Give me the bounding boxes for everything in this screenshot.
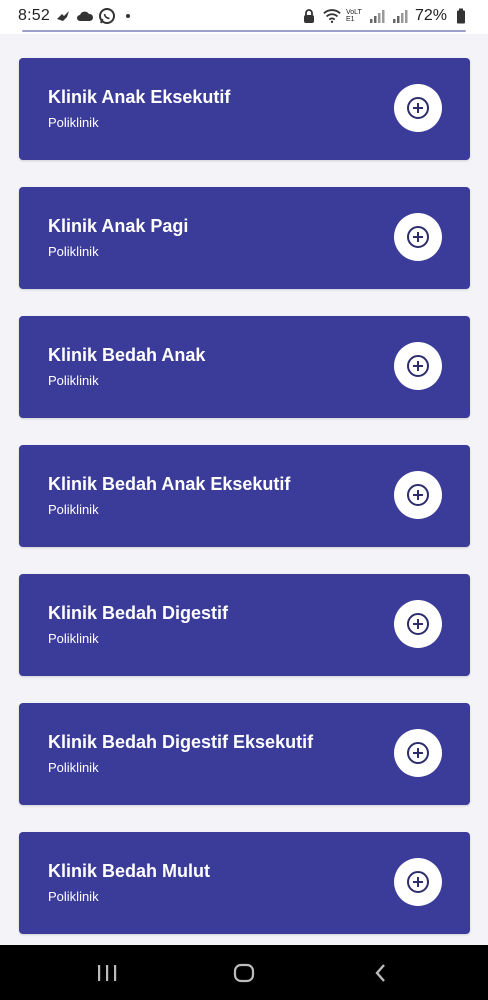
plus-circle-icon [407, 97, 429, 119]
clinic-name: Klinik Bedah Anak Eksekutif [48, 474, 291, 494]
clinic-card[interactable]: Klinik Bedah Anak Eksekutif Poliklinik [19, 445, 470, 547]
bird-notification-icon [54, 7, 72, 25]
plus-circle-icon [407, 226, 429, 248]
clinic-card[interactable]: Klinik Anak Eksekutif Poliklinik [19, 58, 470, 160]
recent-apps-button[interactable] [92, 959, 122, 987]
home-button[interactable] [229, 959, 259, 987]
clinic-card[interactable]: Klinik Bedah Digestif Poliklinik [19, 574, 470, 676]
more-notifications-dot [125, 14, 130, 18]
clinic-name: Klinik Anak Pagi [48, 216, 189, 236]
clinic-name: Klinik Anak Eksekutif [48, 87, 231, 107]
clinic-card[interactable]: Klinik Anak Pagi Poliklinik [19, 187, 470, 289]
clinic-name: Klinik Bedah Digestif [48, 603, 229, 623]
recent-apps-icon [98, 965, 117, 981]
clinic-name: Klinik Bedah Digestif Eksekutif [48, 732, 314, 752]
clinic-category: Poliklinik [48, 373, 99, 388]
plus-circle-icon [407, 484, 429, 506]
wifi-icon [323, 7, 341, 25]
plus-circle-icon [407, 613, 429, 635]
plus-circle-icon [407, 871, 429, 893]
add-clinic-button[interactable] [394, 600, 442, 648]
status-time: 8:52 [18, 7, 50, 24]
clinic-card[interactable]: Klinik Bedah Anak Poliklinik [19, 316, 470, 418]
plus-circle-icon [407, 355, 429, 377]
add-clinic-button[interactable] [394, 84, 442, 132]
home-icon [233, 963, 255, 983]
clinic-category: Poliklinik [48, 244, 99, 259]
add-clinic-button[interactable] [394, 342, 442, 390]
plus-circle-icon [407, 742, 429, 764]
add-clinic-button[interactable] [394, 471, 442, 519]
whatsapp-icon [98, 7, 116, 25]
signal-2-icon [392, 7, 410, 25]
clinic-category: Poliklinik [48, 502, 99, 517]
clinic-category: Poliklinik [48, 760, 99, 775]
status-bar: 8:52 VoLTE1 72% [0, 0, 488, 34]
network-label: VoLTE1 [345, 9, 362, 23]
clinic-category: Poliklinik [48, 889, 99, 904]
add-clinic-button[interactable] [394, 213, 442, 261]
clinic-card[interactable]: Klinik Bedah Mulut Poliklinik [19, 832, 470, 934]
back-icon [375, 964, 385, 982]
status-bar-right: VoLTE1 72% [300, 7, 470, 25]
top-divider [22, 30, 466, 32]
back-button[interactable] [366, 959, 396, 987]
lock-icon [300, 7, 318, 25]
clinic-list: Klinik Anak Eksekutif Poliklinik Klinik … [19, 58, 470, 961]
signal-icon [369, 7, 387, 25]
add-clinic-button[interactable] [394, 729, 442, 777]
clinic-category: Poliklinik [48, 115, 99, 130]
clinic-card[interactable]: Klinik Bedah Digestif Eksekutif Poliklin… [19, 703, 470, 805]
add-clinic-button[interactable] [394, 858, 442, 906]
status-bar-left: 8:52 [18, 7, 130, 25]
battery-percent: 72% [414, 7, 447, 24]
clinic-category: Poliklinik [48, 631, 99, 646]
cloud-icon [76, 7, 94, 25]
clinic-name: Klinik Bedah Anak [48, 345, 206, 365]
battery-icon [452, 7, 470, 25]
navigation-bar [0, 945, 488, 1000]
clinic-name: Klinik Bedah Mulut [48, 861, 210, 881]
